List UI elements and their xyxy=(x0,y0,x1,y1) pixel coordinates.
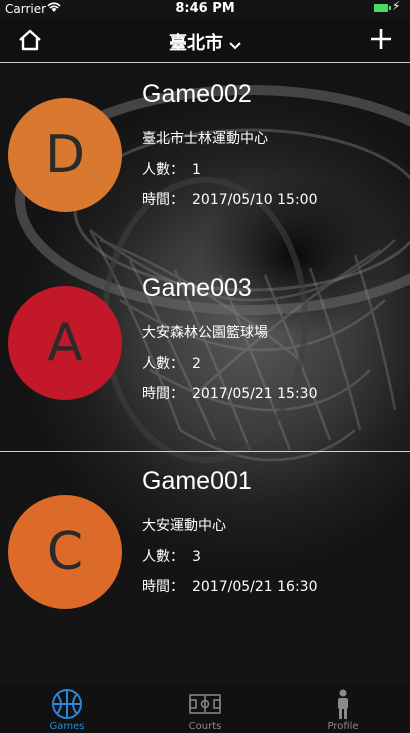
time-label: 時間： xyxy=(142,192,184,208)
game-letter-avatar: A xyxy=(8,286,122,400)
tab-label: Courts xyxy=(188,721,222,732)
count-value: 3 xyxy=(192,549,201,565)
tab-bar: Games Courts Profile xyxy=(0,684,410,733)
time-value: 2017/05/10 15:00 xyxy=(192,192,318,208)
game-time-row: 時間： 2017/05/21 15:30 xyxy=(142,383,318,403)
city-title: 臺北市 xyxy=(169,33,223,54)
tab-courts[interactable]: Courts xyxy=(160,684,250,733)
tab-games[interactable]: Games xyxy=(22,684,112,733)
game-card[interactable]: D Game002 臺北市士林運動中心 人數： 1 時間： 2017/05/10 1… xyxy=(0,63,410,257)
game-letter-avatar: C xyxy=(8,495,122,609)
game-count-row: 人數： 2 xyxy=(142,353,201,373)
game-time-row: 時間： 2017/05/21 16:30 xyxy=(142,576,318,596)
status-time: 8:46 PM xyxy=(175,1,235,16)
chevron-down-icon xyxy=(229,34,241,55)
game-letter-avatar: D xyxy=(8,98,122,212)
tab-label: Games xyxy=(49,721,85,732)
basketball-icon xyxy=(51,688,83,720)
game-count-row: 人數： 1 xyxy=(142,159,201,179)
player-icon xyxy=(327,688,359,720)
count-label: 人數： xyxy=(142,356,184,372)
charging-icon: ⚡ xyxy=(392,0,401,13)
game-location: 大安運動中心 xyxy=(142,518,226,534)
status-bar: Carrier 8:46 PM ⚡ xyxy=(0,0,410,18)
game-name: Game002 xyxy=(142,80,252,108)
count-label: 人數： xyxy=(142,549,184,565)
time-value: 2017/05/21 15:30 xyxy=(192,386,318,402)
tab-label: Profile xyxy=(327,721,359,732)
court-icon xyxy=(189,688,221,720)
time-label: 時間： xyxy=(142,386,184,402)
time-value: 2017/05/21 16:30 xyxy=(192,579,318,595)
game-time-row: 時間： 2017/05/10 15:00 xyxy=(142,189,318,209)
add-icon[interactable] xyxy=(369,27,393,51)
game-card[interactable]: C Game001 大安運動中心 人數： 3 時間： 2017/05/21 16:3… xyxy=(0,452,410,646)
city-selector[interactable]: 臺北市 xyxy=(0,29,410,55)
count-value: 1 xyxy=(192,162,201,178)
game-location: 臺北市士林運動中心 xyxy=(142,131,268,147)
game-count-row: 人數： 3 xyxy=(142,546,201,566)
count-value: 2 xyxy=(192,356,201,372)
time-label: 時間： xyxy=(142,579,184,595)
count-label: 人數： xyxy=(142,162,184,178)
navigation-bar: 臺北市 xyxy=(0,18,410,63)
game-name: Game003 xyxy=(142,274,252,302)
battery-icon xyxy=(374,4,391,12)
game-card[interactable]: A Game003 大安森林公園籃球場 人數： 2 時間： 2017/05/21 1… xyxy=(0,257,410,452)
game-location: 大安森林公園籃球場 xyxy=(142,325,268,341)
game-name: Game001 xyxy=(142,467,252,495)
tab-profile[interactable]: Profile xyxy=(298,684,388,733)
